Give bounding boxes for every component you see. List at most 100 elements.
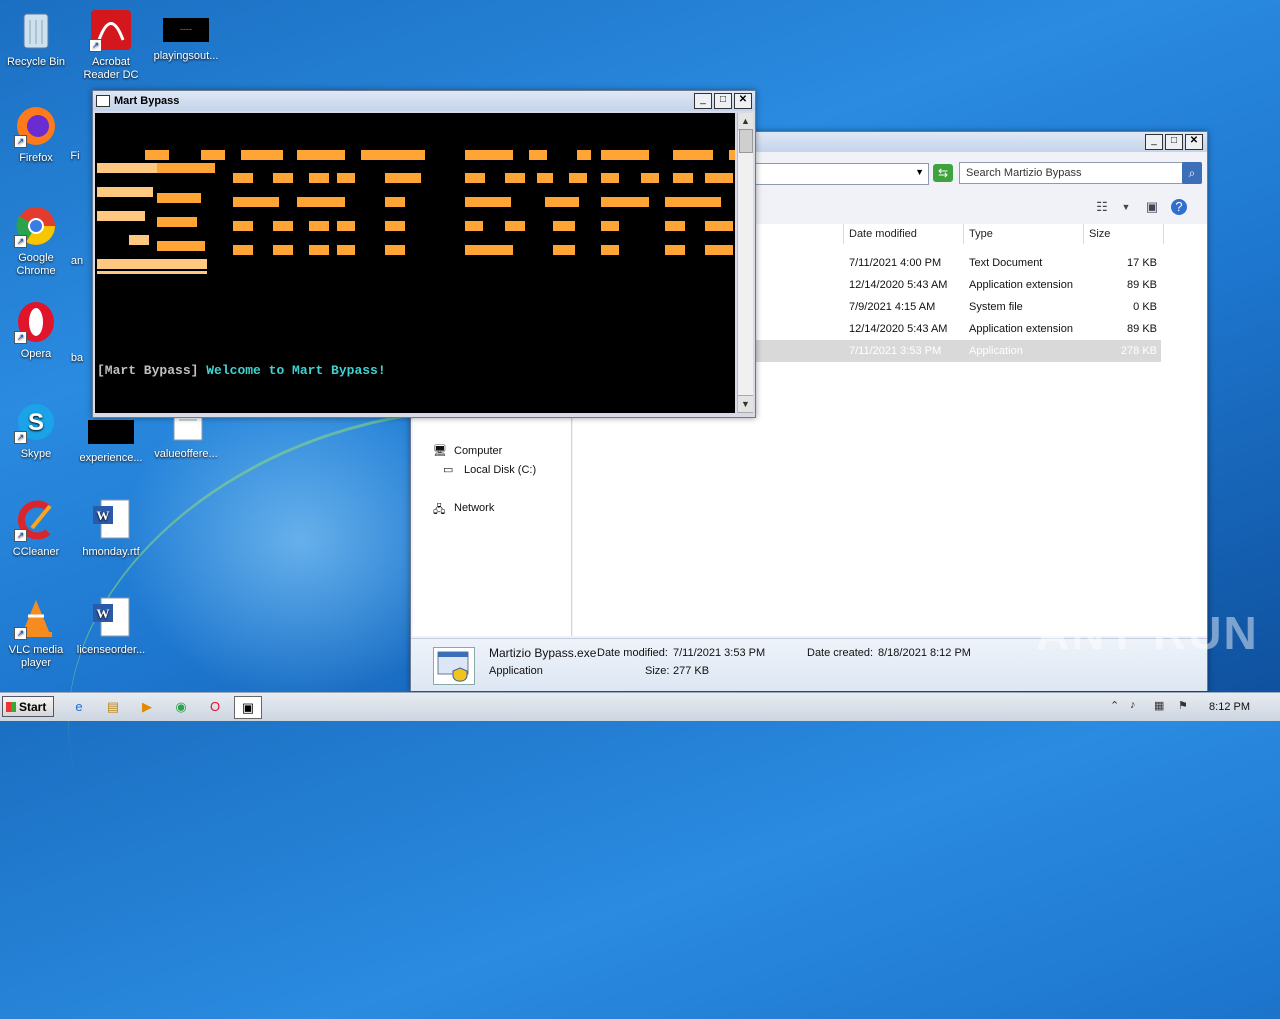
details-size: 277 KB <box>673 665 710 677</box>
firefox-icon: ↗ <box>14 104 58 148</box>
tray-expand-icon[interactable]: ⌃ <box>1110 699 1119 712</box>
desktop-icon-partial-ba[interactable]: ba <box>62 352 92 365</box>
vlc-cone-icon: ↗ <box>14 596 58 640</box>
hard-drive-icon: ▭ <box>443 464 454 476</box>
computer-icon: 🖥 <box>433 445 447 457</box>
shortcut-arrow-icon: ↗ <box>14 331 27 344</box>
desktop-icon-label: Recycle Bin <box>6 56 66 68</box>
close-button[interactable]: ✕ <box>734 93 752 109</box>
maximize-button[interactable]: □ <box>714 93 732 109</box>
application-icon <box>433 647 475 685</box>
nav-item-network[interactable]: 🖧 Network <box>433 501 494 516</box>
details-kind: Application <box>489 665 543 677</box>
recycle-bin-icon <box>14 8 58 52</box>
chrome-icon[interactable]: ◉ <box>168 696 194 717</box>
desktop-icon-label: an <box>70 255 84 267</box>
desktop-icon-ccleaner[interactable]: ↗ CCleaner <box>0 498 72 559</box>
volume-icon[interactable]: ♪ <box>1130 699 1136 711</box>
shortcut-arrow-icon: ↗ <box>14 135 27 148</box>
desktop-icon-skype[interactable]: S ↗ Skype <box>0 400 72 461</box>
shortcut-arrow-icon: ↗ <box>14 529 27 542</box>
minimize-button[interactable]: _ <box>1145 134 1163 150</box>
console-titlebar[interactable]: Mart Bypass _ □ ✕ <box>93 91 755 111</box>
search-icon[interactable]: ⌕ <box>1182 162 1202 184</box>
details-filename: Martizio Bypass.exe <box>489 646 597 660</box>
prompt-tag: [Mart Bypass] <box>97 363 199 378</box>
taskbar-clock[interactable]: 8:12 PM <box>1209 693 1250 721</box>
file-explorer-icon[interactable]: ▤ <box>100 696 126 717</box>
ccleaner-icon: ↗ <box>14 498 58 542</box>
column-header-size[interactable]: Size <box>1083 224 1163 244</box>
console-app-icon <box>96 95 110 107</box>
help-icon[interactable]: ? <box>1171 199 1187 215</box>
chrome-icon: ↗ <box>14 204 58 248</box>
chevron-down-icon[interactable]: ▼ <box>915 167 924 177</box>
navigation-pane: 🖥 Computer ▭ Local Disk (C:) 🖧 Network <box>413 414 572 636</box>
start-button[interactable]: Start <box>2 696 54 717</box>
details-size-label: Size: <box>645 665 670 677</box>
desktop-icon-partial-fi[interactable]: Fi <box>60 150 90 163</box>
details-date-modified: 7/11/2021 3:53 PM <box>673 647 766 659</box>
console-taskbar-button[interactable]: ▣ <box>234 696 262 719</box>
shortcut-arrow-icon: ↗ <box>14 235 27 248</box>
console-output[interactable]: [Mart Bypass] Welcome to Mart Bypass! <box>95 113 735 413</box>
desktop-icon-label: hmonday.rtf <box>82 546 140 558</box>
address-bar[interactable]: ▼ <box>751 163 929 185</box>
scrollbar-thumb[interactable] <box>739 129 753 153</box>
watermark-logo: ANY RUN <box>1036 607 1259 659</box>
shortcut-arrow-icon: ↗ <box>89 39 102 52</box>
file-thumbnail-icon: ---- <box>163 18 209 42</box>
desktop-icon-licenseorder[interactable]: W licenseorder... <box>75 596 147 657</box>
desktop-icon-hmonday[interactable]: W hmonday.rtf <box>75 498 147 559</box>
column-header-date[interactable]: Date modified <box>843 224 963 244</box>
word-doc-icon: W <box>89 596 133 640</box>
maximize-button[interactable]: □ <box>1165 134 1183 150</box>
chevron-down-icon[interactable]: ▼ <box>1117 199 1135 215</box>
shortcut-arrow-icon: ↗ <box>14 431 27 444</box>
details-date-modified-label: Date modified: <box>597 647 668 659</box>
file-thumbnail-icon <box>88 420 134 444</box>
svg-text:W: W <box>97 508 110 523</box>
taskbar: Start e ▤ ▶ ◉ O ▣ ⌃ ♪ ▦ ⚑ 8:12 PM <box>0 692 1280 721</box>
desktop-icon-label: valueoffere... <box>154 448 218 460</box>
network-tray-icon[interactable]: ▦ <box>1154 699 1164 712</box>
desktop-icon-label: CCleaner <box>12 546 60 558</box>
desktop-icon-vlc[interactable]: ↗ VLC media player <box>0 596 72 670</box>
internet-explorer-icon[interactable]: e <box>66 696 92 717</box>
acrobat-icon: ↗ <box>89 8 133 52</box>
media-player-icon[interactable]: ▶ <box>134 696 160 717</box>
minimize-button[interactable]: _ <box>694 93 712 109</box>
desktop-icon-label: licenseorder... <box>76 644 146 656</box>
scroll-up-icon[interactable]: ▲ <box>738 113 753 130</box>
file-list-empty-area[interactable] <box>573 414 1207 636</box>
desktop-icon-label: experience... <box>79 452 143 464</box>
desktop-icon-playingsout[interactable]: ---- playingsout... <box>150 8 222 63</box>
desktop-icon-label: Skype <box>20 448 52 460</box>
desktop-icon-partial-an[interactable]: an <box>62 255 92 268</box>
desktop-icon-acrobat[interactable]: ↗ Acrobat Reader DC <box>75 8 147 82</box>
desktop-icon-label: playingsout... <box>153 50 219 62</box>
close-button[interactable]: ✕ <box>1185 134 1203 150</box>
scroll-down-icon[interactable]: ▼ <box>738 395 753 413</box>
desktop-icon-label: VLC media player <box>8 644 64 669</box>
desktop-icon-recycle-bin[interactable]: Recycle Bin <box>0 8 72 69</box>
network-icon: 🖧 <box>433 504 446 516</box>
preview-pane-icon[interactable]: ▣ <box>1143 199 1161 215</box>
details-date-created-label: Date created: <box>807 647 874 659</box>
column-header-extra <box>1163 224 1209 244</box>
search-input[interactable]: Search Martizio Bypass <box>959 162 1187 184</box>
console-window[interactable]: Mart Bypass _ □ ✕ [Mart Bypass] Welcome … <box>92 90 756 418</box>
console-welcome-line: [Mart Bypass] Welcome to Mart Bypass! <box>97 363 386 378</box>
action-center-flag-icon[interactable]: ⚑ <box>1178 699 1188 712</box>
nav-item-local-disk[interactable]: ▭ Local Disk (C:) <box>443 463 536 477</box>
view-options-icon[interactable]: ☷ <box>1093 199 1111 215</box>
refresh-icon[interactable]: ⇆ <box>933 164 953 182</box>
nav-item-computer[interactable]: 🖥 Computer <box>433 444 502 458</box>
svg-text:W: W <box>97 606 110 621</box>
details-date-created: 8/18/2021 8:12 PM <box>878 647 971 659</box>
column-header-type[interactable]: Type <box>963 224 1083 244</box>
console-scrollbar[interactable]: ▲ ▼ <box>737 113 753 413</box>
desktop-icon-label: Acrobat Reader DC <box>83 56 139 81</box>
ascii-art-banner <box>95 143 735 323</box>
opera-icon[interactable]: O <box>202 696 228 717</box>
